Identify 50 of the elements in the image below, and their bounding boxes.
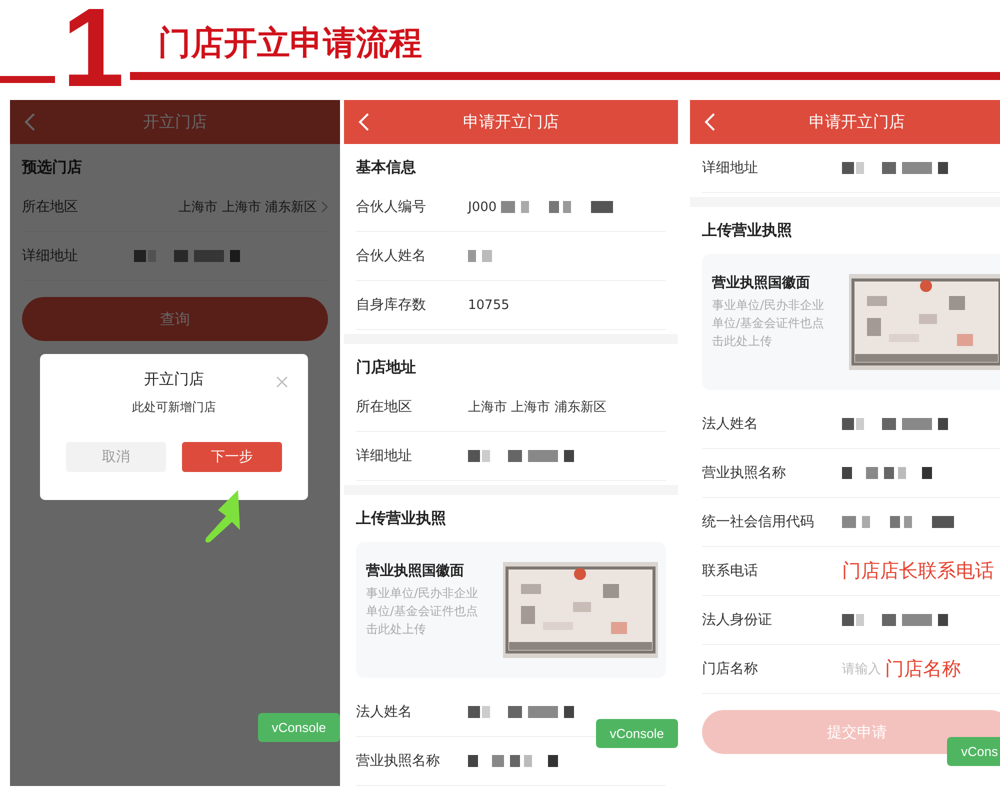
upload-hint: 事业单位/民办非企业单位/基金会证件也点击此处上传 bbox=[712, 297, 826, 350]
page-title: 门店开立申请流程 bbox=[158, 22, 422, 64]
field-label: 所在地区 bbox=[356, 398, 413, 416]
field-label: 合伙人姓名 bbox=[356, 247, 427, 265]
dialog-title: 开立门店 bbox=[144, 370, 204, 389]
section-heading: 上传营业执照 bbox=[701, 220, 793, 241]
field-label: 联系电话 bbox=[702, 562, 759, 580]
field-label: 自身库存数 bbox=[356, 296, 427, 314]
field-label: 营业执照名称 bbox=[702, 464, 787, 482]
section-heading: 门店地址 bbox=[355, 357, 417, 378]
section-heading: 上传营业执照 bbox=[355, 508, 447, 529]
field-label: 详细地址 bbox=[22, 247, 79, 265]
section-heading: 基本信息 bbox=[355, 157, 417, 178]
vconsole-button[interactable]: vConsole bbox=[258, 713, 340, 742]
field-value: 上海市 上海市 浦东新区 bbox=[468, 399, 606, 416]
step-number: 1 bbox=[62, 0, 124, 104]
back-icon[interactable] bbox=[704, 112, 716, 132]
field-label: 详细地址 bbox=[702, 159, 759, 177]
back-icon[interactable] bbox=[24, 112, 36, 132]
next-step-button[interactable]: 下一步 bbox=[182, 442, 282, 472]
upload-card[interactable]: 营业执照国徽面 事业单位/民办非企业单位/基金会证件也点击此处上传 bbox=[702, 254, 1000, 390]
field-label: 门店名称 bbox=[702, 660, 759, 678]
field-label: 所在地区 bbox=[22, 198, 79, 216]
field-label: 法人姓名 bbox=[702, 415, 759, 433]
screen-title: 申请开立门店 bbox=[463, 112, 559, 132]
annotation-text: 门店店长联系电话 bbox=[842, 559, 994, 584]
upload-title: 营业执照国徽面 bbox=[712, 274, 811, 292]
field-label: 详细地址 bbox=[356, 447, 413, 465]
back-icon[interactable] bbox=[358, 112, 370, 132]
field-label: 合伙人编号 bbox=[356, 198, 427, 216]
field-label: 法人身份证 bbox=[702, 611, 773, 629]
submit-button[interactable]: 查询 bbox=[22, 297, 328, 341]
cancel-button[interactable]: 取消 bbox=[66, 442, 166, 472]
upload-hint: 事业单位/民办非企业单位/基金会证件也点击此处上传 bbox=[366, 585, 480, 638]
input-placeholder[interactable]: 请输入 bbox=[842, 660, 881, 678]
screen-title: 申请开立门店 bbox=[809, 112, 905, 132]
vconsole-button[interactable]: vConsole bbox=[596, 719, 678, 748]
field-value: 上海市 上海市 浦东新区 bbox=[178, 199, 317, 216]
field-label: 法人姓名 bbox=[356, 703, 413, 721]
field-label: 营业执照名称 bbox=[356, 752, 441, 770]
field-value: J000 bbox=[468, 200, 497, 214]
upload-title: 营业执照国徽面 bbox=[366, 562, 465, 580]
annotation-text: 门店名称 bbox=[885, 657, 961, 682]
field-value: 10755 bbox=[468, 298, 510, 312]
field-label: 统一社会信用代码 bbox=[702, 513, 815, 531]
screen-title: 开立门店 bbox=[143, 112, 207, 132]
vconsole-button[interactable]: vCons bbox=[947, 737, 1000, 766]
dialog-message: 此处可新增门店 bbox=[132, 399, 216, 416]
upload-card[interactable]: 营业执照国徽面 事业单位/民办非企业单位/基金会证件也点击此处上传 bbox=[356, 542, 666, 678]
section-heading: 预选门店 bbox=[20, 157, 83, 178]
